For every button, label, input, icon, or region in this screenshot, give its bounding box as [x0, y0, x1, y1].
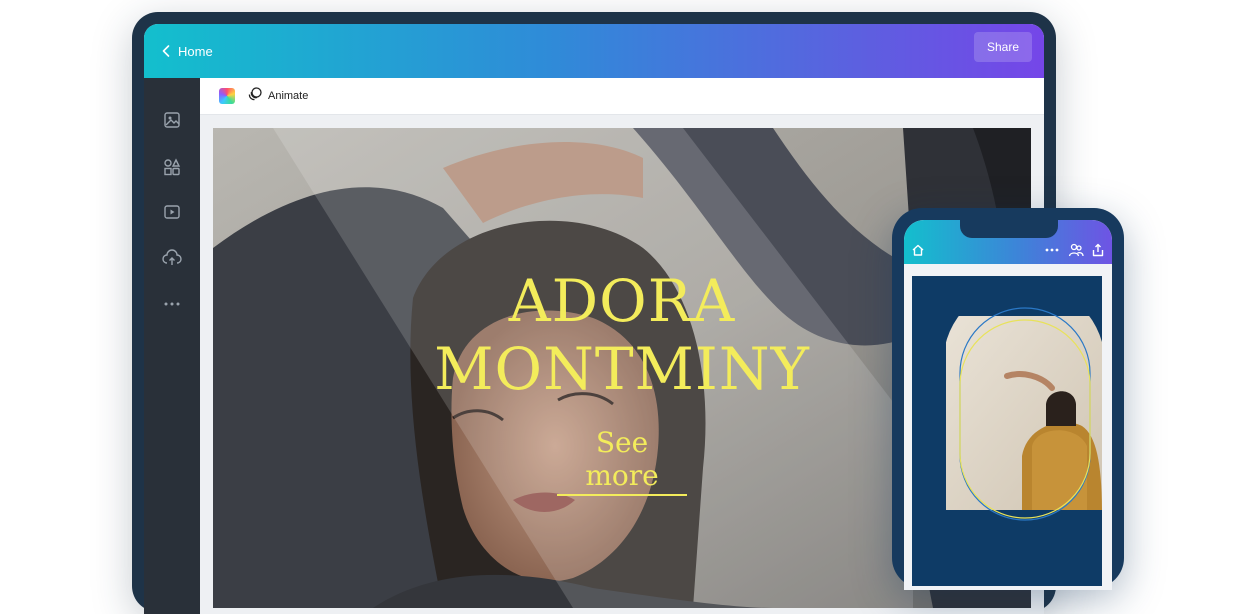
- share-icon[interactable]: [1090, 242, 1106, 258]
- collaborate-icon[interactable]: [1068, 242, 1084, 258]
- see-more-link[interactable]: See more: [557, 426, 687, 496]
- animate-label: Animate: [268, 89, 309, 102]
- phone-design-art: [912, 276, 1102, 586]
- editor-sidebar: [144, 78, 200, 614]
- more-icon[interactable]: [160, 292, 184, 316]
- animate-icon: [248, 87, 262, 104]
- more-icon[interactable]: [1044, 242, 1060, 258]
- animate-button[interactable]: Animate: [248, 87, 308, 104]
- phone-body: [904, 264, 1112, 590]
- home-icon[interactable]: [910, 242, 926, 258]
- chevron-left-icon: [162, 45, 170, 57]
- color-picker-icon[interactable]: [219, 88, 235, 104]
- home-button[interactable]: Home: [162, 38, 213, 64]
- phone-notch: [960, 220, 1058, 238]
- editor-toolbar: Animate: [200, 78, 1044, 115]
- phone-device: [892, 208, 1124, 590]
- phone-screen: [904, 220, 1112, 590]
- uploads-icon[interactable]: [160, 246, 184, 270]
- elements-icon[interactable]: [160, 155, 184, 179]
- videos-icon[interactable]: [160, 200, 184, 224]
- home-label: Home: [178, 43, 213, 59]
- editor-header: Home Share: [144, 24, 1044, 78]
- phone-design-preview[interactable]: [912, 276, 1102, 586]
- share-button[interactable]: Share: [974, 32, 1032, 62]
- photos-icon[interactable]: [160, 108, 184, 132]
